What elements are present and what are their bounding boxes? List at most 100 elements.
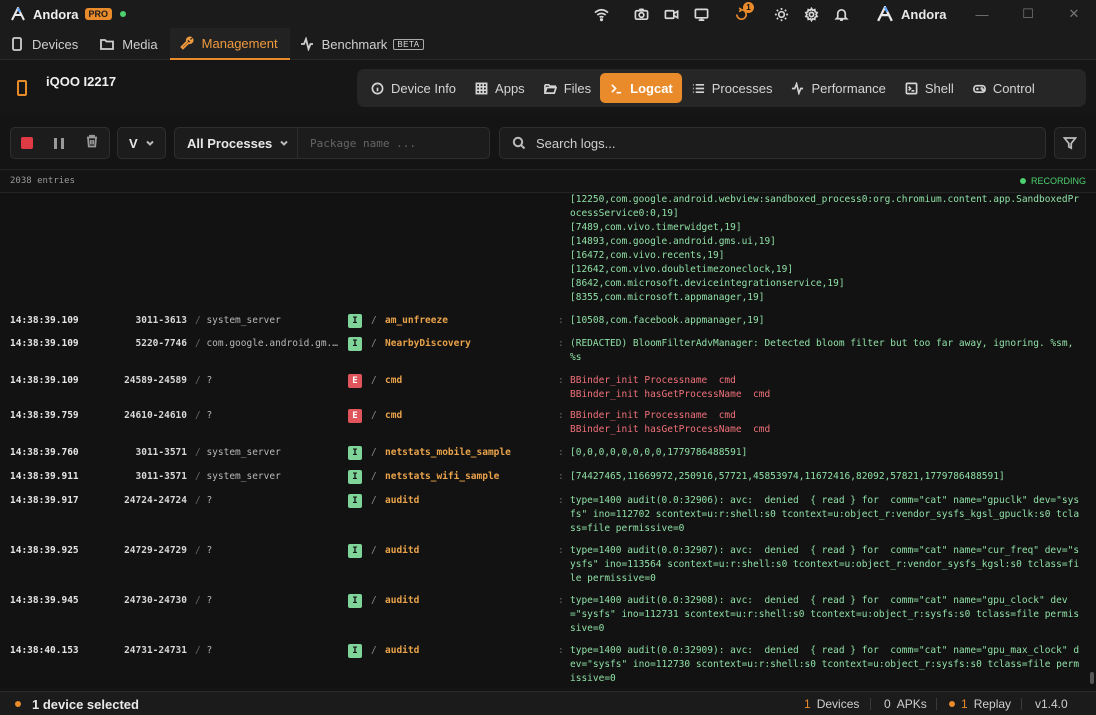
log-separator: /	[371, 338, 377, 349]
subtab-apps[interactable]: Apps	[465, 73, 534, 103]
log-process-name: system_server	[206, 447, 281, 458]
log-level-badge: I	[348, 644, 362, 658]
log-process-name: ?	[206, 495, 213, 506]
log-process-name: ?	[206, 645, 213, 656]
log-process-name: com.google.android.gm...	[206, 338, 341, 349]
log-level-value: V	[129, 135, 138, 151]
log-message: type=1400 audit(0.0:32908): avc: denied …	[570, 595, 1080, 634]
stop-icon[interactable]	[21, 137, 34, 149]
gamepad-icon	[972, 84, 986, 93]
clear-logs-button[interactable]	[85, 134, 99, 153]
log-separator: :	[558, 471, 564, 482]
footer-apks[interactable]: 0 APKs	[884, 697, 927, 711]
log-message: type=1400 audit(0.0:32906): avc: denied …	[570, 495, 1080, 534]
update-icon[interactable]: 1	[726, 0, 756, 28]
andora-logo-icon	[11, 7, 25, 21]
folder-open-icon	[543, 83, 557, 94]
log-process: / ?	[195, 595, 213, 606]
log-separator: /	[371, 595, 377, 606]
log-level-badge: I	[348, 314, 362, 328]
log-process: / system_server	[195, 471, 281, 482]
log-message: [74427465,11669972,250916,57721,45853974…	[570, 471, 1005, 482]
tab-media-label: Media	[122, 36, 158, 52]
log-pid: 24730-24730	[124, 595, 187, 606]
footer-divider	[936, 698, 937, 710]
log-separator: /	[371, 645, 377, 656]
replay-dot-icon	[949, 701, 955, 707]
settings-gear-icon[interactable]	[796, 0, 826, 28]
subtab-files[interactable]: Files	[534, 73, 600, 103]
log-separator: :	[558, 410, 564, 421]
wrench-icon	[179, 36, 194, 50]
account-menu[interactable]: Andora	[876, 0, 947, 28]
log-process-name: ?	[206, 595, 213, 606]
subtab-performance[interactable]: Performance	[781, 73, 894, 103]
subtab-logcat[interactable]: Logcat	[600, 73, 682, 103]
log-message: [12250,com.google.android.webview:sandbo…	[570, 194, 1080, 303]
log-tag: netstats_mobile_sample	[385, 447, 511, 458]
app-name: Andora	[33, 6, 79, 22]
log-process: / ?	[195, 545, 213, 556]
minimize-icon[interactable]: —	[962, 0, 1002, 28]
bell-icon[interactable]	[826, 0, 856, 28]
subtab-files-label: Files	[563, 80, 592, 96]
log-separator: /	[371, 315, 377, 326]
apks-label: APKs	[896, 697, 927, 711]
log-process: / ?	[195, 645, 213, 656]
log-process-name: ?	[206, 545, 213, 556]
recording-label: RECORDING	[1030, 176, 1086, 186]
log-time: 14:38:39.945	[10, 595, 79, 606]
filter-button[interactable]	[1054, 127, 1086, 159]
log-separator: :	[558, 645, 564, 656]
tab-management[interactable]: Management	[169, 28, 290, 60]
footer-replay[interactable]: 1 Replay	[961, 697, 1011, 711]
pause-icon[interactable]	[53, 137, 64, 149]
beta-badge: BETA	[393, 38, 424, 50]
log-separator: :	[558, 495, 564, 506]
package-name-input[interactable]	[297, 127, 490, 159]
log-level-badge: I	[348, 594, 362, 608]
status-footer: 1 device selected 1 Devices 0 APKs 1 Replay…	[0, 691, 1096, 715]
log-level-select[interactable]: V	[117, 127, 166, 159]
filter-funnel-icon	[1063, 137, 1077, 150]
log-tag: am_unfreeze	[385, 315, 448, 326]
subtab-shell[interactable]: Shell	[895, 73, 963, 103]
maximize-icon[interactable]: ☐	[1008, 0, 1048, 28]
video-record-icon[interactable]	[656, 0, 686, 28]
tab-devices[interactable]: Devices	[0, 28, 90, 60]
log-tag: auditd	[385, 545, 420, 556]
log-time: 14:38:39.925	[10, 545, 79, 556]
search-logs-input[interactable]	[536, 135, 1016, 151]
log-separator: :	[558, 375, 564, 386]
log-scrollbar-thumb[interactable]	[1090, 672, 1094, 684]
subtab-device-info[interactable]: Device Info	[361, 73, 465, 103]
close-icon[interactable]: ✕	[1054, 0, 1094, 28]
log-message: type=1400 audit(0.0:32907): avc: denied …	[570, 545, 1080, 584]
subtab-control[interactable]: Control	[963, 73, 1044, 103]
chevron-down-icon	[280, 140, 288, 146]
log-level-badge: I	[348, 337, 362, 351]
log-separator: :	[558, 315, 564, 326]
log-tag: netstats_wifi_sample	[385, 471, 500, 482]
info-icon	[371, 82, 384, 94]
terminal-prompt-icon	[611, 83, 622, 94]
tab-media[interactable]: Media	[90, 28, 169, 60]
subtab-processes[interactable]: Processes	[682, 73, 782, 103]
log-process-name: ?	[206, 410, 213, 421]
theme-icon[interactable]	[766, 0, 796, 28]
log-list[interactable]: I [12250,com.google.android.webview:sandb…	[0, 193, 1096, 688]
trash-icon	[86, 134, 97, 147]
devices-count: 1	[804, 697, 811, 711]
camera-icon[interactable]	[626, 0, 656, 28]
log-separator: /	[371, 471, 377, 482]
subtab-processes-label: Processes	[711, 80, 773, 96]
tab-benchmark[interactable]: Benchmark BETA	[290, 28, 436, 60]
screen-mirror-icon[interactable]	[686, 0, 716, 28]
capture-controls	[10, 127, 110, 159]
log-process-name: ?	[206, 375, 213, 386]
footer-devices[interactable]: 1 Devices	[804, 697, 859, 711]
process-filter-select[interactable]: All Processes	[174, 127, 298, 159]
subtab-performance-label: Performance	[811, 80, 886, 96]
wifi-icon[interactable]	[586, 0, 616, 28]
log-tag: auditd	[385, 645, 420, 656]
